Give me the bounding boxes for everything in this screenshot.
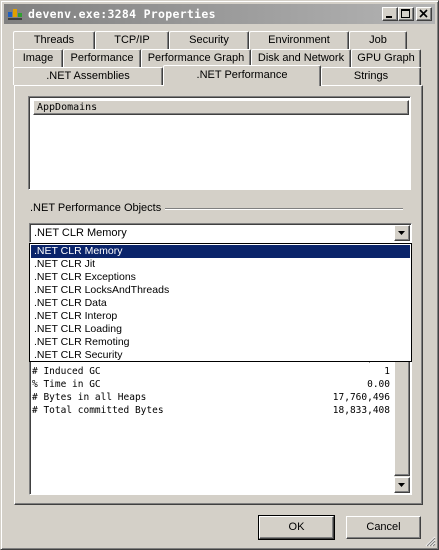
tab-environment[interactable]: Environment bbox=[249, 31, 349, 49]
title-bar[interactable]: devenv.exe:3284 Properties bbox=[4, 4, 435, 24]
dropdown-option[interactable]: .NET CLR Security bbox=[31, 349, 410, 362]
dropdown-option[interactable]: .NET CLR Jit bbox=[31, 258, 410, 271]
maximize-icon bbox=[401, 9, 410, 18]
window-title: devenv.exe:3284 Properties bbox=[28, 7, 216, 21]
tab-net-assemblies[interactable]: .NET Assemblies bbox=[13, 67, 163, 85]
counter-name: # Bytes in all Heaps bbox=[32, 392, 147, 403]
perf-object-dropdown[interactable]: .NET CLR Memory .NET CLR Jit .NET CLR Exce… bbox=[29, 243, 412, 362]
tab-security[interactable]: Security bbox=[169, 31, 249, 49]
dropdown-option[interactable]: .NET CLR Remoting bbox=[31, 336, 410, 349]
close-icon bbox=[419, 9, 428, 18]
minimize-button[interactable] bbox=[382, 7, 398, 21]
tab-performance[interactable]: Performance bbox=[63, 49, 141, 67]
counter-row[interactable]: % Time in GC 0.00 bbox=[32, 378, 394, 391]
tab-threads[interactable]: Threads bbox=[13, 31, 95, 49]
minimize-icon bbox=[386, 16, 392, 18]
counter-value: 1 bbox=[384, 366, 390, 377]
dropdown-option[interactable]: .NET CLR Data bbox=[31, 297, 410, 310]
combo-dropdown-button[interactable] bbox=[394, 225, 410, 241]
process-explorer-icon bbox=[7, 6, 23, 22]
counter-value: 17,760,496 bbox=[332, 392, 390, 403]
dropdown-option[interactable]: .NET CLR Loading bbox=[31, 323, 410, 336]
resize-grip-icon[interactable] bbox=[424, 535, 436, 547]
counter-value: 0.00 bbox=[367, 379, 390, 390]
cancel-button[interactable]: Cancel bbox=[346, 516, 421, 539]
appdomains-column-header[interactable]: AppDomains bbox=[33, 100, 409, 115]
appdomains-list[interactable]: AppDomains bbox=[28, 96, 411, 190]
ok-button[interactable]: OK bbox=[258, 515, 335, 540]
tab-tcpip[interactable]: TCP/IP bbox=[95, 31, 169, 49]
counter-row[interactable]: # Total committed Bytes 18,833,408 bbox=[32, 404, 394, 417]
perf-object-combo[interactable]: .NET CLR Memory bbox=[29, 223, 412, 243]
properties-window: devenv.exe:3284 Properties Threads TCP/I… bbox=[0, 0, 439, 550]
counter-name: % Time in GC bbox=[32, 379, 101, 390]
dropdown-option[interactable]: .NET CLR Interop bbox=[31, 310, 410, 323]
counter-name: # Induced GC bbox=[32, 366, 101, 377]
chevron-down-icon bbox=[398, 231, 405, 235]
dropdown-option[interactable]: .NET CLR Exceptions bbox=[31, 271, 410, 284]
tab-strings[interactable]: Strings bbox=[321, 67, 421, 85]
counter-row[interactable]: # Induced GC 1 bbox=[32, 365, 394, 378]
tab-image[interactable]: Image bbox=[13, 49, 63, 67]
tab-gpu-graph[interactable]: GPU Graph bbox=[351, 49, 421, 67]
group-divider bbox=[165, 208, 403, 210]
dropdown-option[interactable]: .NET CLR Memory bbox=[31, 245, 410, 258]
counter-value: 18,833,408 bbox=[332, 405, 390, 416]
maximize-button[interactable] bbox=[398, 7, 414, 21]
dropdown-option[interactable]: .NET CLR LocksAndThreads bbox=[31, 284, 410, 297]
arrow-down-icon bbox=[398, 483, 405, 487]
counter-row[interactable]: # Bytes in all Heaps 17,760,496 bbox=[32, 391, 394, 404]
scroll-down-button[interactable] bbox=[394, 477, 410, 493]
tab-net-performance[interactable]: .NET Performance bbox=[163, 65, 321, 86]
perf-objects-group-label: .NET Performance Objects bbox=[28, 202, 164, 214]
tab-job[interactable]: Job bbox=[349, 31, 407, 49]
perf-object-selected: .NET CLR Memory bbox=[34, 227, 127, 239]
counter-name: # Total committed Bytes bbox=[32, 405, 164, 416]
close-button[interactable] bbox=[416, 7, 432, 21]
